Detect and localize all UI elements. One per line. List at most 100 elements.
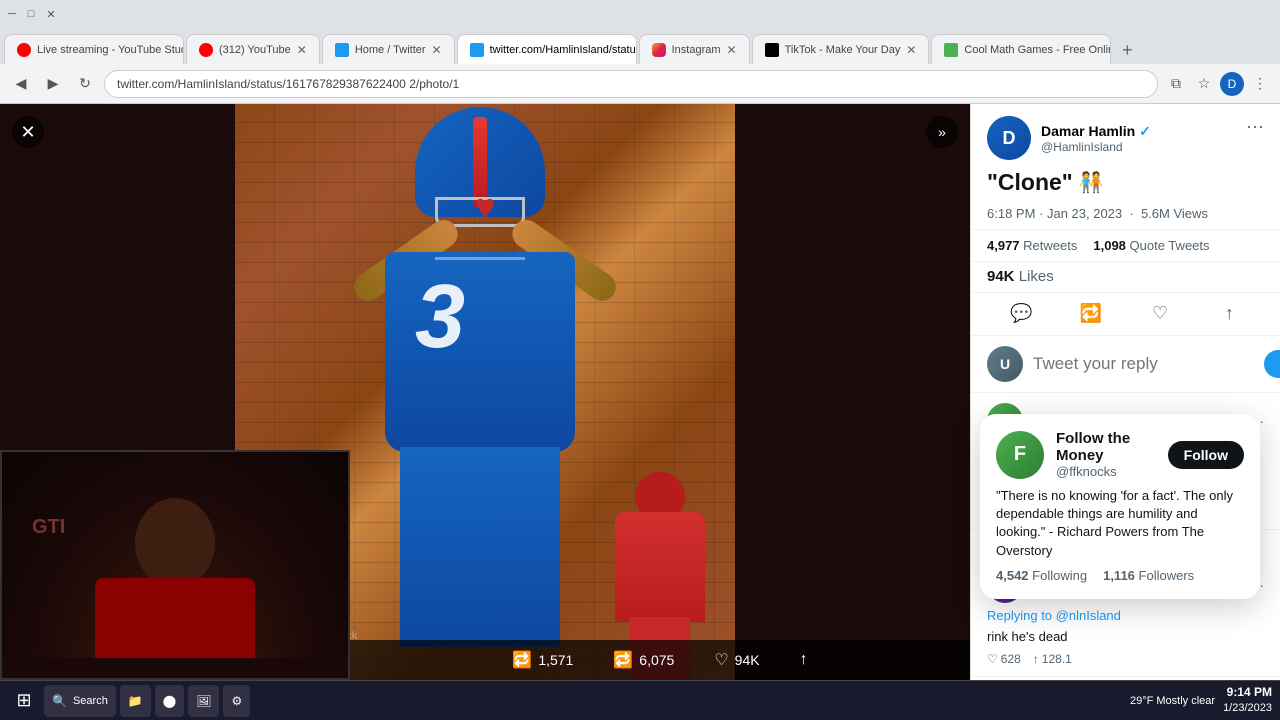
retweet-stat[interactable]: 🔁 1,571 xyxy=(512,650,573,670)
tweet-content: "Clone" 🧑‍🤝‍🧑 6:18 PM · Jan 23, 2023 · 5… xyxy=(971,168,1280,229)
tweet-actions: 💬 🔁 ♡ ↑ xyxy=(971,293,1280,336)
popup-following-label: Following xyxy=(1032,568,1087,583)
taskbar-chrome[interactable]: ⬤ xyxy=(155,685,184,717)
retweet-number: 4,977 xyxy=(987,238,1020,253)
reply-icon: 💬 xyxy=(1010,303,1032,324)
bookmark-icon[interactable]: ☆ xyxy=(1192,72,1216,96)
likes-number: 94K xyxy=(987,268,1015,285)
tab-youtube[interactable]: (312) YouTube ✕ xyxy=(186,34,320,64)
content-area: ✕ » xyxy=(0,104,1280,680)
popup-name-group: Follow the Money @ffknocks xyxy=(1056,430,1156,479)
quote-icon: 🔁 xyxy=(613,650,633,670)
share-stat[interactable]: ↑ xyxy=(800,651,808,669)
quote-stat[interactable]: 🔁 6,075 xyxy=(613,650,674,670)
popup-following-stat[interactable]: 4,542 Following xyxy=(996,568,1087,583)
tab-favicon-coolmath xyxy=(944,43,958,57)
taskbar-settings[interactable]: ⚙ xyxy=(223,685,250,717)
forward-button[interactable]: ▶ xyxy=(40,71,66,97)
like-count: 94K xyxy=(735,652,760,668)
author-name: Damar Hamlin xyxy=(1041,123,1135,139)
new-tab-button[interactable]: + xyxy=(1113,36,1141,64)
tab-yt-studio[interactable]: Live streaming - YouTube Studio ✕ xyxy=(4,34,184,64)
more-options-icon[interactable]: ⋮ xyxy=(1248,72,1272,96)
quote-tweet-stat[interactable]: 1,098 Quote Tweets xyxy=(1093,238,1209,253)
address-bar[interactable]: twitter.com/HamlinIsland/status/16176782… xyxy=(104,70,1158,98)
pants xyxy=(400,447,560,647)
gti-logo: GTI xyxy=(32,512,65,540)
stats-bar: 🔁 1,571 🔁 6,075 ♡ 94K ↑ xyxy=(350,640,970,680)
popup-handle: @ffknocks xyxy=(1056,464,1156,479)
popup-bio: "There is no knowing 'for a fact'. The o… xyxy=(996,487,1244,560)
comment-like-count-shy: 628 xyxy=(1001,652,1021,666)
reply-action-button[interactable]: 💬 xyxy=(1005,297,1039,331)
comment-like-shy[interactable]: ♡ 628 xyxy=(987,652,1021,666)
tab-tiktok[interactable]: TikTok - Make Your Day ✕ xyxy=(752,34,930,64)
maximize-icon[interactable]: □ xyxy=(28,8,35,20)
tab-twitter-photo[interactable]: twitter.com/HamlinIsland/status/1... ✕ xyxy=(457,34,637,64)
taskbar-file-explorer[interactable]: 📁 xyxy=(120,685,151,717)
photo-viewer: ✕ » xyxy=(0,104,970,680)
jersey-number: 3 xyxy=(415,272,465,362)
verified-badge: ✓ xyxy=(1139,123,1151,140)
address-text: twitter.com/HamlinIsland/status/16176782… xyxy=(117,77,459,91)
popup-followers-stat[interactable]: 1,116 Followers xyxy=(1103,568,1194,583)
more-options-button[interactable]: ··· xyxy=(1246,116,1264,137)
author-handle: @HamlinIsland xyxy=(1041,140,1151,154)
like-stat[interactable]: ♡ 94K xyxy=(714,650,759,670)
tab-close-twitter-home[interactable]: ✕ xyxy=(432,43,442,57)
extensions-icon[interactable]: ⧉ xyxy=(1164,72,1188,96)
retweet-count: 1,571 xyxy=(538,652,573,668)
comment-body-shy: rink he's dead xyxy=(987,628,1264,646)
minimize-icon[interactable]: ─ xyxy=(8,8,16,20)
comment-rt-shy[interactable]: ↑ 128.1 xyxy=(1033,652,1072,666)
refresh-button[interactable]: ↻ xyxy=(72,71,98,97)
webcam-overlay: GTI xyxy=(0,450,350,680)
tweet-stats: 4,977 Retweets 1,098 Quote Tweets xyxy=(971,229,1280,262)
tweet-views: 5.6M Views xyxy=(1141,206,1208,221)
quote-tweet-label: Quote Tweets xyxy=(1130,238,1210,253)
reply-submit-button[interactable]: Reply xyxy=(1264,350,1280,378)
retweet-label: Retweets xyxy=(1023,238,1077,253)
taskbar-search[interactable]: 🔍 Search xyxy=(44,685,116,717)
popup-bio-text: "There is no knowing 'for a fact'. The o… xyxy=(996,488,1233,558)
popup-avatar[interactable]: F xyxy=(996,431,1044,479)
retweet-stat-main[interactable]: 4,977 Retweets xyxy=(987,238,1077,253)
tab-close-tiktok[interactable]: ✕ xyxy=(906,43,916,57)
start-button[interactable]: ⊞ xyxy=(8,685,40,717)
tab-twitter-home[interactable]: Home / Twitter ✕ xyxy=(322,34,455,64)
follow-popup: F Follow the Money @ffknocks Follow "The… xyxy=(980,414,1260,599)
tab-instagram[interactable]: Instagram ✕ xyxy=(639,34,750,64)
popup-header: F Follow the Money @ffknocks Follow xyxy=(996,430,1244,479)
taskbar: ⊞ 🔍 Search 📁 ⬤ 🖼 ⚙ 29°F Mostly clear 9:1… xyxy=(0,680,1280,720)
comment-stats-shy: ♡ 628 ↑ 128.1 xyxy=(987,652,1264,666)
share-action-button[interactable]: ↑ xyxy=(1212,297,1246,331)
follow-button[interactable]: Follow xyxy=(1168,441,1244,469)
expand-button[interactable]: » xyxy=(926,116,958,148)
author-info: D Damar Hamlin ✓ @HamlinIsland xyxy=(987,116,1151,160)
tab-close-instagram[interactable]: ✕ xyxy=(727,43,737,57)
profile-icon[interactable]: D xyxy=(1220,72,1244,96)
heart-hands: ♥ xyxy=(445,182,525,232)
quote-tweet-number: 1,098 xyxy=(1093,238,1126,253)
browser-titlebar: ─ □ ✕ xyxy=(0,0,1280,28)
like-action-button[interactable]: ♡ xyxy=(1143,297,1177,331)
tab-coolmath[interactable]: Cool Math Games - Free Online... ✕ xyxy=(931,34,1111,64)
clock-date: 1/23/2023 xyxy=(1223,701,1272,716)
close-button[interactable]: ✕ xyxy=(12,116,44,148)
reply-input[interactable] xyxy=(1033,354,1254,374)
close-window-icon[interactable]: ✕ xyxy=(46,8,55,21)
quote-count: 6,075 xyxy=(639,652,674,668)
back-button[interactable]: ◀ xyxy=(8,71,34,97)
tweet-header: D Damar Hamlin ✓ @HamlinIsland ··· xyxy=(971,104,1280,168)
comment-brittany: B Brittany #... ✓ @legl... 54m ··· Reply… xyxy=(971,677,1280,680)
comment-rt-count-shy: 128.1 xyxy=(1042,652,1072,666)
likes-count[interactable]: 94K Likes xyxy=(987,268,1054,285)
likes-label: Likes xyxy=(1019,268,1054,285)
settings-taskbar-icon: ⚙ xyxy=(231,694,242,708)
author-avatar[interactable]: D xyxy=(987,116,1031,160)
current-user-avatar: U xyxy=(987,346,1023,382)
retweet-action-button[interactable]: 🔁 xyxy=(1074,297,1108,331)
tab-close-youtube[interactable]: ✕ xyxy=(297,43,307,57)
taskbar-photos[interactable]: 🖼 xyxy=(188,685,219,717)
popup-followers-label: Followers xyxy=(1139,568,1195,583)
